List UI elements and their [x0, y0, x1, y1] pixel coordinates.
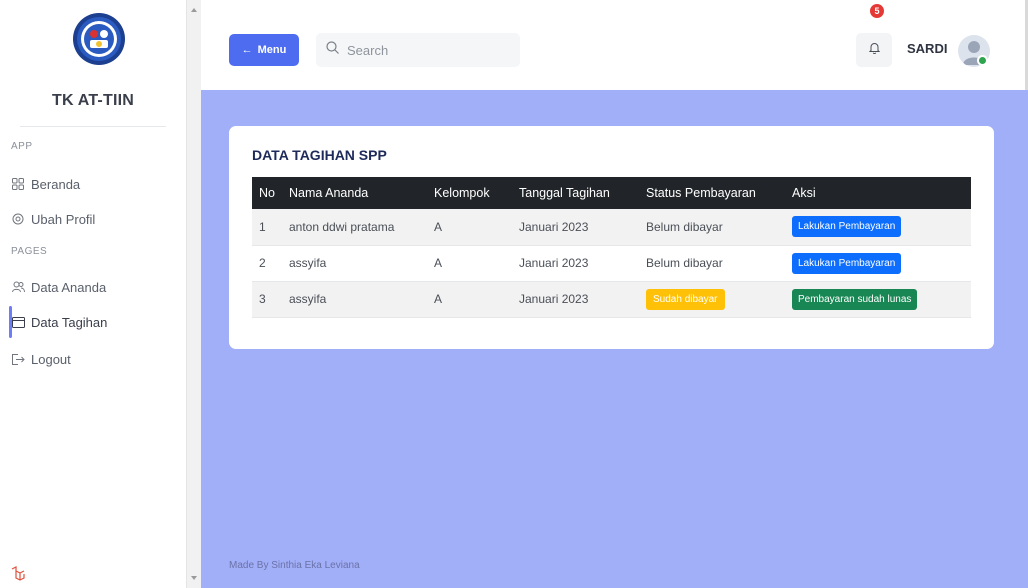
sidebar: TK AT-TIIN APP Beranda Ubah Profil PAGES…: [0, 0, 186, 588]
column-header-kelompok: Kelompok: [427, 177, 512, 209]
cell-status: Belum dibayar: [639, 245, 785, 282]
school-logo: [72, 12, 126, 66]
sidebar-item-label: Ubah Profil: [31, 211, 96, 227]
paid-in-full-button[interactable]: Pembayaran sudah lunas: [792, 288, 918, 310]
search-input[interactable]: [347, 42, 507, 58]
users-icon: [11, 280, 25, 294]
scroll-down-arrow-icon[interactable]: [191, 576, 197, 580]
cell-no: 1: [252, 209, 282, 246]
section-app: APP: [11, 141, 33, 152]
credit-card-icon: [11, 315, 25, 329]
search-icon: [326, 41, 339, 59]
column-header-status: Status Pembayaran: [639, 177, 785, 209]
pay-button[interactable]: Lakukan Pembayaran: [792, 216, 902, 238]
sidebar-item-ubah-profil[interactable]: Ubah Profil: [11, 208, 95, 230]
bell-icon: [868, 41, 880, 59]
footer-credit: Made By Sinthia Eka Leviana: [229, 560, 360, 571]
cell-no: 3: [252, 281, 282, 318]
sidebar-item-data-ananda[interactable]: Data Ananda: [11, 276, 106, 298]
user-name[interactable]: SARDI: [907, 41, 947, 56]
sidebar-item-beranda[interactable]: Beranda: [11, 173, 80, 195]
sidebar-item-logout[interactable]: Logout: [11, 348, 71, 370]
sidebar-item-label: Data Ananda: [31, 279, 107, 295]
pay-button[interactable]: Lakukan Pembayaran: [792, 252, 902, 274]
table-row: 1 anton ddwi pratama A Januari 2023 Belu…: [252, 209, 971, 246]
column-header-tanggal: Tanggal Tagihan: [512, 177, 639, 209]
cell-no: 2: [252, 245, 282, 282]
billing-table: No Nama Ananda Kelompok Tanggal Tagihan …: [252, 177, 971, 318]
online-status-dot: [977, 55, 988, 66]
status-badge: Sudah dibayar: [646, 288, 725, 310]
divider: [20, 126, 166, 127]
menu-button-label: Menu: [257, 44, 287, 56]
notification-count-badge: 5: [868, 2, 886, 20]
search-bar: [316, 33, 520, 67]
table-header-row: No Nama Ananda Kelompok Tanggal Tagihan …: [252, 177, 971, 209]
sidebar-item-label: Logout: [31, 351, 71, 367]
main-content: DATA TAGIHAN SPP No Nama Ananda Kelompok…: [201, 90, 1028, 588]
menu-toggle-button[interactable]: ← Menu: [229, 34, 299, 66]
cell-tanggal: Januari 2023: [512, 281, 639, 318]
framework-logo-icon: [10, 566, 26, 582]
sidebar-item-label: Data Tagihan: [31, 314, 108, 330]
section-pages: PAGES: [11, 246, 48, 257]
cell-nama: anton ddwi pratama: [282, 209, 427, 246]
gear-icon: [11, 212, 25, 226]
cell-kelompok: A: [427, 245, 512, 282]
card-title: DATA TAGIHAN SPP: [252, 147, 387, 163]
table-row: 2 assyifa A Januari 2023 Belum dibayar L…: [252, 245, 971, 282]
sidebar-item-data-tagihan[interactable]: Data Tagihan: [11, 311, 107, 333]
column-header-nama: Nama Ananda: [282, 177, 427, 209]
cell-nama: assyifa: [282, 281, 427, 318]
arrow-left-icon: ←: [241, 44, 253, 56]
billing-card: DATA TAGIHAN SPP No Nama Ananda Kelompok…: [229, 126, 994, 349]
cell-kelompok: A: [427, 281, 512, 318]
scroll-up-arrow-icon[interactable]: [191, 8, 197, 12]
grid-icon: [11, 177, 25, 191]
column-header-aksi: Aksi: [785, 177, 971, 209]
cell-aksi: Lakukan Pembayaran: [785, 245, 971, 282]
column-header-no: No: [252, 177, 282, 209]
notification-button[interactable]: [856, 33, 892, 67]
cell-tanggal: Januari 2023: [512, 245, 639, 282]
cell-aksi: Pembayaran sudah lunas: [785, 281, 971, 318]
cell-status: Sudah dibayar: [639, 281, 785, 318]
table-row: 3 assyifa A Januari 2023 Sudah dibayar P…: [252, 281, 971, 318]
cell-tanggal: Januari 2023: [512, 209, 639, 246]
sidebar-item-label: Beranda: [31, 176, 81, 192]
topbar: ← Menu 5 SARDI: [201, 0, 1028, 90]
sidebar-scrollbar[interactable]: [186, 0, 201, 588]
cell-kelompok: A: [427, 209, 512, 246]
cell-aksi: Lakukan Pembayaran: [785, 209, 971, 246]
cell-nama: assyifa: [282, 245, 427, 282]
cell-status: Belum dibayar: [639, 209, 785, 246]
logout-icon: [11, 352, 25, 366]
brand-name: TK AT-TIIN: [52, 92, 134, 109]
